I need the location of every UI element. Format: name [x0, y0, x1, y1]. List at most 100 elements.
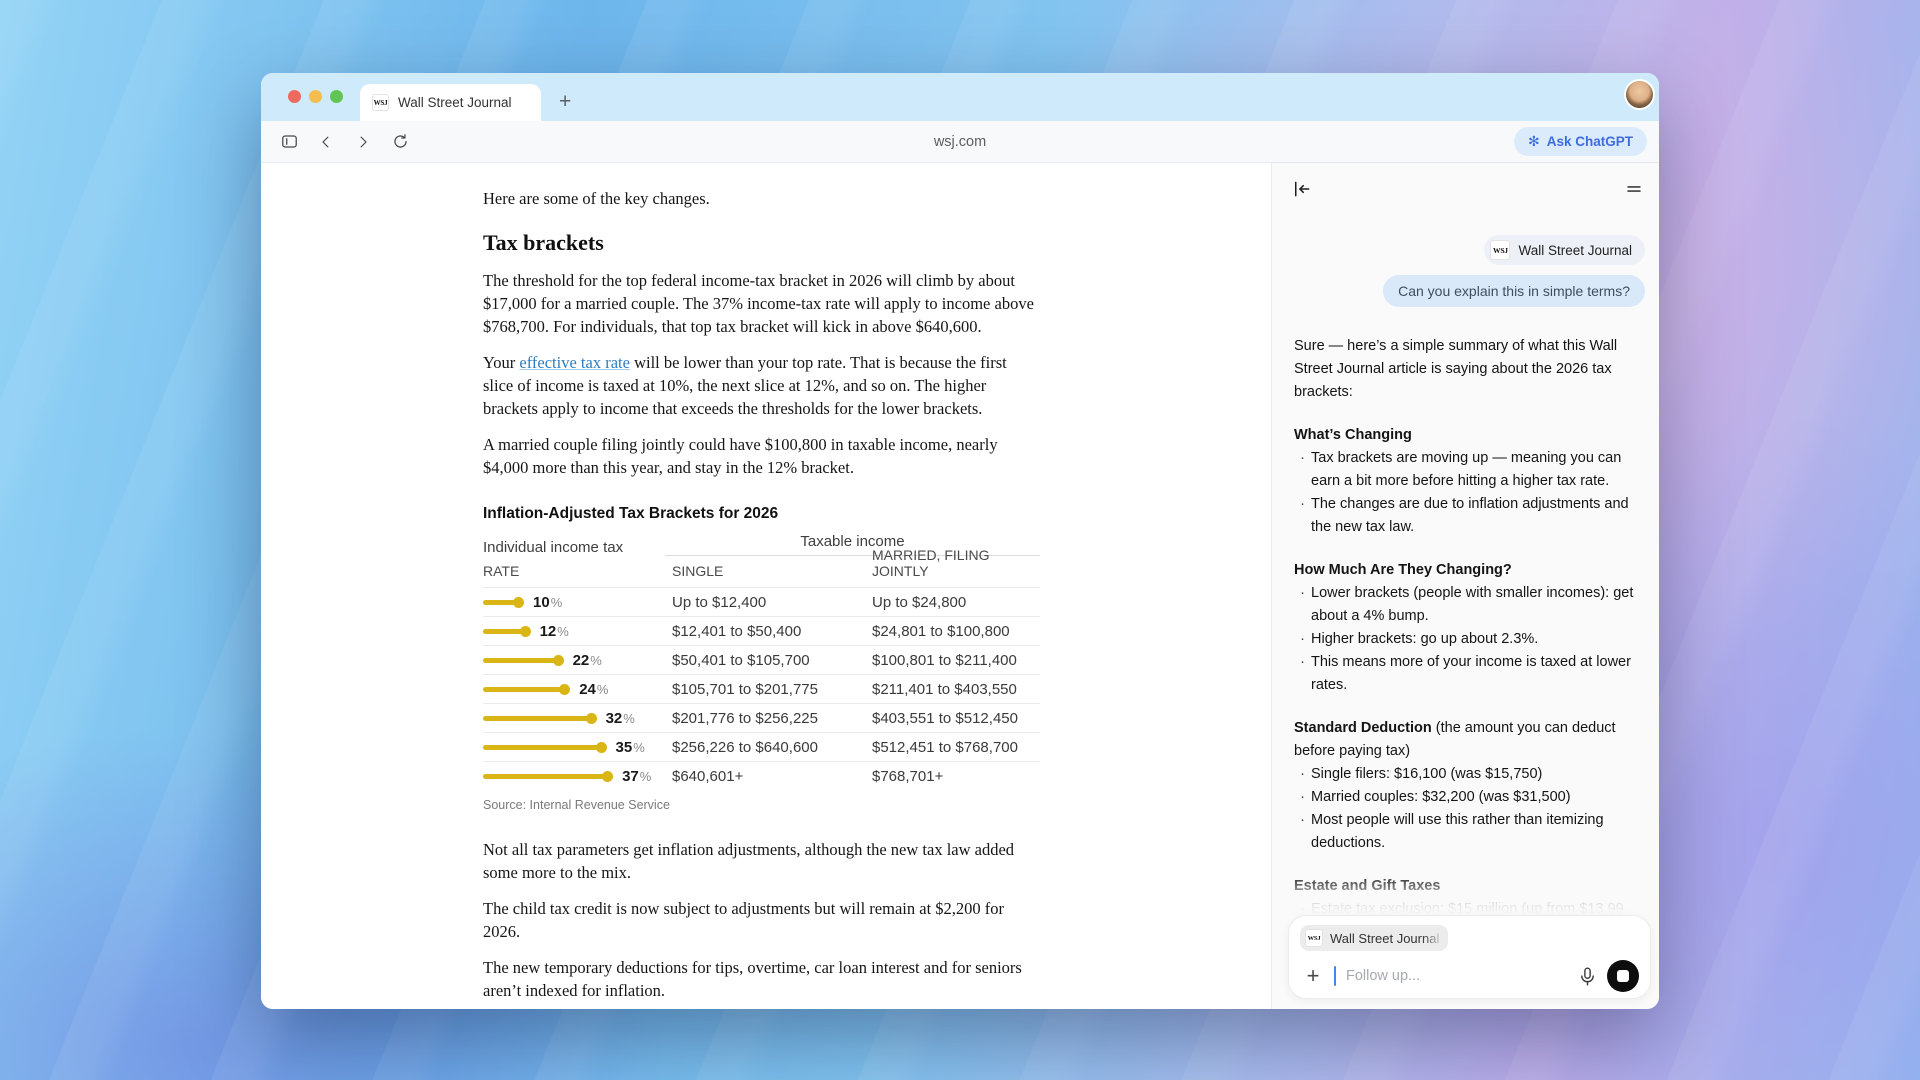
page-context-chip[interactable]: WSJ Wall Street Journal [1484, 235, 1645, 265]
wsj-favicon-icon: WSJ [372, 94, 389, 111]
composer-context-chip[interactable]: WSJ Wall Street Journal [1300, 925, 1448, 951]
rate-label: 12% [540, 623, 569, 640]
article-column: Here are some of the key changes. Tax br… [483, 187, 1040, 1009]
single-cell: $256,226 to $640,600 [672, 739, 872, 756]
new-tab-button[interactable]: + [559, 92, 571, 112]
chip-truncation-fade [1422, 925, 1448, 951]
single-cell: $12,401 to $50,400 [672, 623, 872, 640]
rate-cell: 10% [483, 594, 672, 611]
bullet-text: Tax brackets are moving up — meaning you… [1311, 447, 1645, 493]
back-icon[interactable] [316, 132, 336, 152]
rate-bar-dot [559, 684, 570, 695]
rate-bar [483, 629, 523, 634]
chat-thread: WSJ Wall Street Journal Can you explain … [1294, 217, 1645, 1009]
tax-table-row: 22%$50,401 to $105,700$100,801 to $211,4… [483, 646, 1040, 675]
ask-chatgpt-button[interactable]: ✻ Ask ChatGPT [1514, 127, 1647, 156]
section-heading-bold: How Much Are They Changing? [1294, 562, 1512, 578]
forward-icon[interactable] [353, 132, 373, 152]
bullet-item: The changes are due to inflation adjustm… [1294, 493, 1645, 539]
rate-bar [483, 687, 562, 692]
stop-button[interactable] [1607, 960, 1639, 992]
tab-wall-street-journal[interactable]: WSJ Wall Street Journal [360, 84, 541, 121]
bullet-text: Single filers: $16,100 (was $15,750) [1311, 763, 1542, 786]
browser-window: WSJ Wall Street Journal + [261, 73, 1659, 1009]
percent-sign: % [597, 682, 609, 697]
assistant-intro: Sure — here’s a simple summary of what t… [1294, 335, 1645, 404]
single-cell: $50,401 to $105,700 [672, 652, 872, 669]
tab-bar: WSJ Wall Street Journal + [261, 73, 1659, 121]
collapse-sidebar-icon[interactable] [1292, 179, 1312, 204]
chart-title: Inflation-Adjusted Tax Brackets for 2026 [483, 505, 1040, 523]
column-header-single: SINGLE [672, 563, 872, 579]
rate-bar [483, 600, 516, 605]
tax-table-row: 32%$201,776 to $256,225$403,551 to $512,… [483, 704, 1040, 733]
reload-icon[interactable] [390, 132, 410, 152]
bullet-list: Lower brackets (people with smaller inco… [1294, 582, 1645, 697]
rate-cell: 24% [483, 681, 672, 698]
follow-up-input[interactable]: Follow up... [1346, 968, 1567, 984]
rate-bar [483, 658, 556, 663]
tab-title: Wall Street Journal [398, 95, 512, 110]
bullet-item: Married couples: $32,200 (was $31,500) [1294, 786, 1645, 809]
section-heading: Standard Deduction (the amount you can d… [1294, 717, 1645, 763]
assistant-sections: What’s ChangingTax brackets are moving u… [1294, 424, 1645, 921]
column-header-rate: RATE [483, 563, 672, 579]
address-bar[interactable]: wsj.com [934, 134, 986, 150]
percent-sign: % [640, 769, 652, 784]
desktop-background: WSJ Wall Street Journal + [0, 0, 1920, 1080]
close-window-button[interactable] [288, 90, 301, 103]
bullet-item: Higher brackets: go up about 2.3%. [1294, 628, 1645, 651]
article-intro: Here are some of the key changes. [483, 187, 1040, 210]
bullet-text: Most people will use this rather than it… [1311, 809, 1645, 855]
bullet-text: Married couples: $32,200 (was $31,500) [1311, 786, 1571, 809]
rate-label: 24% [579, 681, 608, 698]
attach-plus-icon[interactable]: + [1300, 965, 1326, 987]
context-chip-label: Wall Street Journal [1518, 243, 1632, 258]
article-paragraph-threshold: The threshold for the top federal income… [483, 269, 1040, 338]
percent-sign: % [551, 595, 563, 610]
profile-avatar[interactable] [1626, 81, 1653, 108]
assistant-section: Standard Deduction (the amount you can d… [1294, 717, 1645, 855]
chat-options-icon[interactable] [1625, 180, 1643, 203]
microphone-icon[interactable] [1575, 964, 1599, 988]
window-content: Here are some of the key changes. Tax br… [261, 163, 1659, 1009]
article-paragraph-new-deductions: The new temporary deductions for tips, o… [483, 956, 1040, 1002]
zoom-window-button[interactable] [330, 90, 343, 103]
minimize-window-button[interactable] [309, 90, 322, 103]
married-cell: $211,401 to $403,550 [872, 681, 1040, 698]
rate-bar-dot [602, 771, 613, 782]
group-label-individual: Individual income tax [483, 539, 665, 556]
married-cell: $24,801 to $100,800 [872, 623, 1040, 640]
chatgpt-sidebar: WSJ Wall Street Journal Can you explain … [1271, 163, 1659, 1009]
assistant-section: What’s ChangingTax brackets are moving u… [1294, 424, 1645, 539]
rate-bar-dot [520, 626, 531, 637]
rate-bar [483, 716, 589, 721]
user-message-row: Can you explain this in simple terms? [1294, 275, 1645, 307]
openai-logo-icon: ✻ [1528, 135, 1540, 149]
married-cell: $768,701+ [872, 768, 1040, 785]
column-header-married: MARRIED, FILING JOINTLY [872, 547, 1040, 579]
rate-cell: 12% [483, 623, 672, 640]
rate-bar [483, 745, 599, 750]
rate-label: 10% [533, 594, 562, 611]
rate-bar-dot [586, 713, 597, 724]
user-message-bubble: Can you explain this in simple terms? [1383, 275, 1645, 307]
effective-tax-rate-link[interactable]: effective tax rate [519, 353, 630, 372]
rate-bar-dot [513, 597, 524, 608]
navigation-bar: wsj.com ✻ Ask ChatGPT [261, 121, 1659, 163]
bullet-list: Single filers: $16,100 (was $15,750)Marr… [1294, 763, 1645, 855]
sidebar-header [1292, 179, 1643, 204]
toggle-sidebar-icon[interactable] [279, 132, 299, 152]
single-cell: $640,601+ [672, 768, 872, 785]
rate-cell: 32% [483, 710, 672, 727]
section-heading: How Much Are They Changing? [1294, 559, 1645, 582]
article-paragraph-child-credit: The child tax credit is now subject to a… [483, 897, 1040, 943]
article-paragraph-married: A married couple filing jointly could ha… [483, 433, 1040, 479]
bullet-text: Lower brackets (people with smaller inco… [1311, 582, 1645, 628]
percent-sign: % [633, 740, 645, 755]
percent-sign: % [590, 653, 602, 668]
married-cell: $512,451 to $768,700 [872, 739, 1040, 756]
assistant-message: Sure — here’s a simple summary of what t… [1294, 335, 1645, 921]
ask-chatgpt-label: Ask ChatGPT [1547, 134, 1633, 149]
stop-square-icon [1617, 970, 1629, 982]
